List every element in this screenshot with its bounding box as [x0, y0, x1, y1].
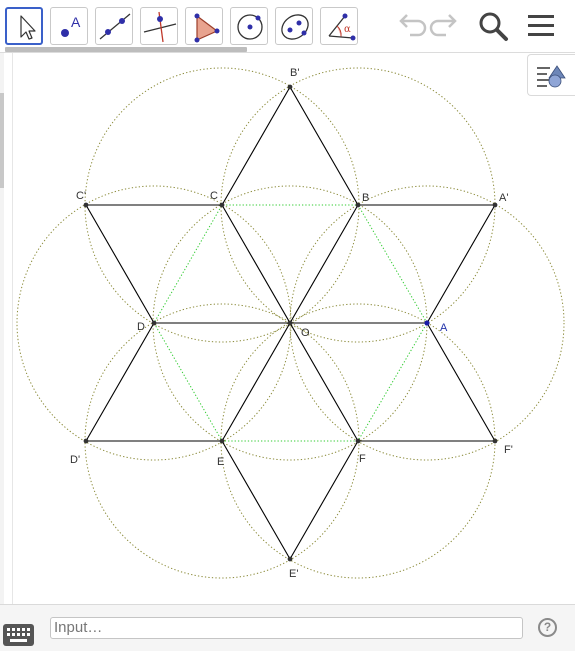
line-tool[interactable]	[95, 7, 133, 45]
graphics-view[interactable]: A B C D E F O A' B' C' D' E' F'	[0, 53, 575, 604]
ellipse-icon	[281, 14, 309, 40]
angle-tool[interactable]: α	[320, 7, 358, 45]
algebra-input-field[interactable]: Input…	[50, 617, 523, 639]
help-button[interactable]: ?	[538, 618, 557, 637]
undo-button[interactable]	[392, 8, 428, 44]
toolbar: A α	[0, 0, 575, 52]
label-o: O	[301, 327, 310, 339]
label-d: D	[137, 321, 145, 333]
label-b: B	[362, 192, 369, 204]
undo-icon	[399, 14, 427, 37]
construction-canvas[interactable]: A B C D E F O A' B' C' D' E' F'	[0, 53, 575, 604]
hamburger-menu-icon	[528, 15, 554, 36]
point-b-prime[interactable]	[287, 84, 293, 90]
redo-button[interactable]	[428, 8, 464, 44]
point-tool[interactable]: A	[50, 7, 88, 45]
keyboard-icon	[3, 624, 34, 646]
line-icon	[99, 13, 131, 40]
perpendicular-icon	[143, 11, 177, 43]
polygon-tool[interactable]	[185, 7, 223, 45]
label-f-prime: F'	[504, 444, 513, 456]
perpendicular-line-tool[interactable]	[140, 7, 178, 45]
panel-resize-handle[interactable]	[0, 93, 4, 188]
segment-e-eprime	[221, 440, 291, 560]
point-o[interactable]	[287, 320, 293, 326]
circle-tool[interactable]	[230, 7, 268, 45]
graphics-left-border	[12, 53, 13, 604]
label-f: F	[359, 453, 366, 465]
segment-c-bprime	[221, 86, 291, 206]
point-f[interactable]	[355, 438, 361, 444]
point-tool-label: A	[71, 14, 81, 30]
segment-f-eprime	[289, 440, 359, 560]
label-d-prime: D'	[70, 454, 80, 466]
label-a-prime: A'	[499, 192, 508, 204]
point-c[interactable]	[219, 202, 225, 208]
point-d-prime[interactable]	[83, 438, 89, 444]
point-e-prime[interactable]	[287, 556, 293, 562]
segment-d-cprime	[85, 204, 155, 324]
conic-tool[interactable]	[275, 7, 313, 45]
left-panel-edge[interactable]	[0, 53, 4, 604]
redo-icon	[429, 14, 457, 37]
segment-d-dprime	[85, 322, 155, 442]
point-b[interactable]	[355, 202, 361, 208]
point-c-prime[interactable]	[83, 202, 89, 208]
angle-icon: α	[328, 13, 356, 41]
label-e: E	[217, 456, 224, 468]
keyboard-button[interactable]	[3, 624, 34, 646]
point-d[interactable]	[151, 320, 157, 326]
style-bar-toggle-icon	[537, 65, 566, 88]
label-c-prime: C'	[76, 190, 86, 202]
point-f-prime[interactable]	[492, 438, 498, 444]
menu-button[interactable]	[522, 8, 558, 44]
search-button[interactable]	[475, 8, 511, 44]
label-e-prime: E'	[289, 568, 298, 580]
search-icon	[479, 12, 508, 41]
label-b-prime: B'	[290, 67, 299, 79]
input-bar: Input… ?	[0, 604, 575, 651]
arrow-pointer-icon	[20, 15, 36, 40]
segment-a-fprime	[426, 322, 496, 442]
circle-with-center-icon	[237, 14, 263, 40]
polygon-icon	[194, 13, 220, 43]
point-icon: A	[61, 14, 81, 37]
segment-b-bprime	[289, 86, 359, 206]
point-e[interactable]	[219, 438, 225, 444]
label-a: A	[440, 322, 448, 334]
points	[83, 84, 498, 562]
style-bar-toggle[interactable]	[527, 54, 575, 96]
point-a-prime[interactable]	[492, 202, 498, 208]
segment-a-aprime	[426, 204, 496, 324]
point-a[interactable]	[424, 320, 430, 326]
move-tool[interactable]	[5, 7, 43, 45]
angle-tool-label: α	[344, 24, 351, 35]
label-c: C	[210, 190, 218, 202]
